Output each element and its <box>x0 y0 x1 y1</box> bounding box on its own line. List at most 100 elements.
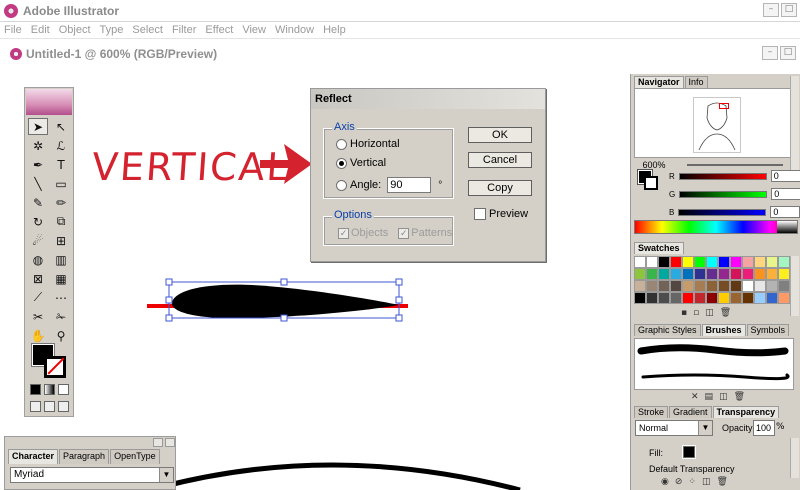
swatch[interactable] <box>682 280 694 292</box>
full-screen-menu-mode-icon[interactable] <box>44 401 55 412</box>
rotate-tool-icon[interactable]: ↻ <box>28 213 48 230</box>
fill-thumbnail[interactable] <box>682 445 696 459</box>
free-transform-tool-icon[interactable]: ⊞ <box>51 232 71 249</box>
angle-radio[interactable] <box>336 179 347 191</box>
line-tool-icon[interactable]: ╲ <box>28 175 48 192</box>
swatch[interactable] <box>634 280 646 292</box>
cancel-button[interactable]: Cancel <box>468 152 532 168</box>
tab-symbols[interactable]: Symbols <box>746 324 790 336</box>
full-screen-mode-icon[interactable] <box>58 401 69 412</box>
brush-list[interactable] <box>634 338 794 390</box>
dots-icon[interactable]: ⁘ <box>688 477 696 487</box>
symbol-sprayer-tool-icon[interactable]: ◍ <box>28 251 48 268</box>
horizontal-radio[interactable] <box>336 138 347 150</box>
remove-brush-stroke-icon[interactable]: ✕ <box>691 392 699 402</box>
swatch[interactable] <box>682 256 694 268</box>
graph-tool-icon[interactable]: ▥ <box>51 251 71 268</box>
swatch[interactable] <box>742 292 754 304</box>
gradient-tool-icon[interactable]: ▦ <box>51 270 71 287</box>
swatch[interactable] <box>670 268 682 280</box>
swatch[interactable] <box>670 280 682 292</box>
swatch[interactable] <box>682 292 694 304</box>
tab-graphic-styles[interactable]: Graphic Styles <box>634 324 701 336</box>
swatch[interactable] <box>658 280 670 292</box>
swatch[interactable] <box>658 292 670 304</box>
gradient-mode-icon[interactable] <box>44 384 55 395</box>
swatch[interactable] <box>706 292 718 304</box>
navigator-scrollbar[interactable] <box>790 76 799 170</box>
swatch[interactable] <box>658 268 670 280</box>
chevron-down-icon[interactable]: ▼ <box>698 421 712 435</box>
blue-slider[interactable] <box>678 208 767 216</box>
swatch[interactable] <box>742 280 754 292</box>
blend-mode-select[interactable]: Normal ▼ <box>635 420 713 436</box>
new-brush-icon[interactable]: ◫ <box>719 392 728 402</box>
swatch[interactable] <box>682 268 694 280</box>
vertical-radio-row[interactable]: Vertical <box>336 157 386 169</box>
options-icon[interactable]: ◫ <box>702 477 711 487</box>
selection-tool-icon[interactable]: ➤ <box>28 118 48 135</box>
tab-paragraph[interactable]: Paragraph <box>59 449 110 464</box>
chevron-down-icon[interactable]: ▼ <box>159 468 173 482</box>
warp-tool-icon[interactable]: ☄ <box>28 232 48 249</box>
hand-tool-icon[interactable]: ✋ <box>28 327 48 344</box>
tab-brushes[interactable]: Brushes <box>701 324 746 336</box>
swatch[interactable] <box>730 268 742 280</box>
objects-checkbox[interactable]: ✓ <box>338 227 349 239</box>
patterns-option[interactable]: ✓ Patterns <box>398 227 452 239</box>
transparency-scrollbar[interactable] <box>790 438 799 478</box>
swatch[interactable] <box>706 268 718 280</box>
panel-close-icon[interactable] <box>165 438 175 447</box>
swatch[interactable] <box>634 268 646 280</box>
swatch[interactable] <box>670 256 682 268</box>
standard-screen-mode-icon[interactable] <box>30 401 41 412</box>
swatch[interactable] <box>754 280 766 292</box>
tab-info[interactable]: Info <box>684 76 708 88</box>
tab-opentype[interactable]: OpenType <box>110 449 160 464</box>
mesh-tool-icon[interactable]: ⊠ <box>28 270 48 287</box>
none-mode-icon[interactable] <box>58 384 69 395</box>
swatch[interactable] <box>766 280 778 292</box>
delete-icon[interactable]: 🗑 <box>716 477 727 487</box>
swatch[interactable] <box>646 292 658 304</box>
swatch[interactable] <box>778 292 790 304</box>
swatch[interactable] <box>778 268 790 280</box>
lasso-tool-icon[interactable]: ℒ <box>51 137 71 154</box>
eyedropper-tool-icon[interactable]: ⟋ <box>28 289 48 306</box>
tab-transparency[interactable]: Transparency <box>712 406 780 418</box>
swatch[interactable] <box>742 268 754 280</box>
objects-option[interactable]: ✓ Objects <box>338 227 388 239</box>
swatch[interactable] <box>646 280 658 292</box>
swatch[interactable] <box>634 256 646 268</box>
tab-navigator[interactable]: Navigator <box>634 76 684 88</box>
trash-icon[interactable]: 🗑 <box>720 308 731 318</box>
copy-button[interactable]: Copy <box>468 180 532 196</box>
pen-tool-icon[interactable]: ✒ <box>28 156 48 173</box>
swatch[interactable] <box>754 256 766 268</box>
tab-gradient[interactable]: Gradient <box>669 406 712 418</box>
magic-wand-tool-icon[interactable]: ✲ <box>28 137 48 154</box>
swatch[interactable] <box>766 256 778 268</box>
swatch[interactable] <box>658 256 670 268</box>
color-stroke-swatch[interactable] <box>644 176 658 190</box>
tab-stroke[interactable]: Stroke <box>634 406 669 418</box>
zoom-tool-icon[interactable]: ⚲ <box>51 327 71 344</box>
rectangle-tool-icon[interactable]: ▭ <box>51 175 71 192</box>
swatch[interactable] <box>778 280 790 292</box>
swatch[interactable] <box>730 280 742 292</box>
swatch[interactable] <box>694 280 706 292</box>
tab-swatches[interactable]: Swatches <box>634 242 684 254</box>
swatch[interactable] <box>706 280 718 292</box>
knockout-icon[interactable]: ⊘ <box>675 477 683 487</box>
angle-radio-row[interactable]: Angle: 90 ° <box>336 177 442 193</box>
swatch[interactable] <box>778 256 790 268</box>
tab-character[interactable]: Character <box>8 449 59 464</box>
swatch[interactable] <box>718 256 730 268</box>
navigator-zoom-slider[interactable] <box>687 164 783 166</box>
angle-input[interactable]: 90 <box>387 177 432 193</box>
blue-value[interactable]: 0 <box>770 206 800 218</box>
swatches-scrollbar[interactable] <box>790 256 799 316</box>
green-value[interactable]: 0 <box>771 188 800 200</box>
swatch[interactable] <box>718 280 730 292</box>
swatch[interactable] <box>718 268 730 280</box>
